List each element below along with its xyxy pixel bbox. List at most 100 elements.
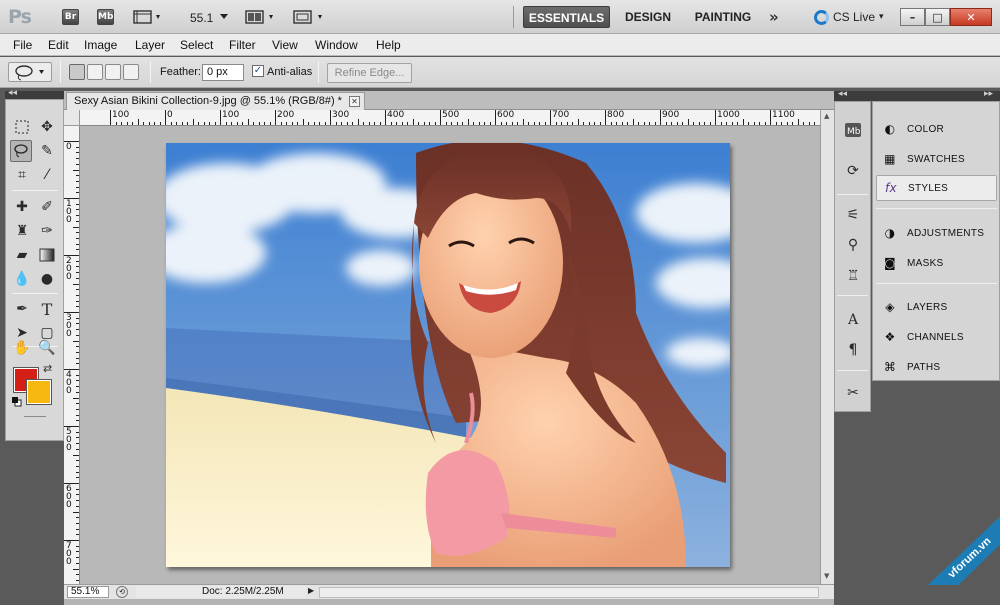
- blur-tool-icon[interactable]: 💧: [11, 268, 33, 290]
- tool-preset-picker[interactable]: [8, 62, 52, 82]
- zoom-tool-icon[interactable]: 🔍: [36, 337, 58, 359]
- status-menu-icon[interactable]: ▶: [308, 586, 314, 595]
- healing-brush-tool-icon[interactable]: ✚: [11, 196, 33, 218]
- swap-colors-icon[interactable]: ⇄: [43, 362, 52, 375]
- menu-view[interactable]: View: [272, 38, 298, 52]
- dock-divider: [837, 295, 868, 296]
- character-panel-icon[interactable]: A: [842, 309, 864, 331]
- close-tab-icon[interactable]: ✕: [348, 96, 360, 107]
- h-ruler-tick: [528, 122, 529, 125]
- window-controls: – □ ✕: [900, 8, 992, 26]
- h-ruler-tick: [781, 122, 782, 125]
- brush-presets-icon[interactable]: ⚟: [842, 204, 864, 226]
- mini-bridge-icon[interactable]: Mb: [842, 119, 864, 141]
- default-colors-icon[interactable]: [12, 397, 22, 407]
- type-tool-icon[interactable]: T: [36, 298, 58, 320]
- menu-layer[interactable]: Layer: [135, 38, 165, 52]
- h-ruler-tick: [192, 119, 194, 125]
- ruler-origin[interactable]: [64, 110, 80, 126]
- vertical-scrollbar[interactable]: ▲ ▼: [820, 110, 834, 584]
- new-selection-button[interactable]: [69, 64, 85, 80]
- cs-live-button[interactable]: CS Live ▾: [814, 8, 884, 26]
- v-ruler-label: 100: [66, 199, 72, 225]
- document-tab[interactable]: Sexy Asian Bikini Collection-9.jpg @ 55.…: [66, 92, 365, 110]
- brush-tool-icon[interactable]: ✐: [36, 196, 58, 218]
- menu-filter[interactable]: Filter: [229, 38, 256, 52]
- close-button[interactable]: ✕: [950, 8, 992, 26]
- more-workspaces-icon[interactable]: »: [769, 8, 779, 26]
- lasso-tool-icon[interactable]: [10, 140, 32, 162]
- cs-live-icon: [814, 9, 829, 25]
- feather-input[interactable]: 0 px: [202, 64, 244, 81]
- workspace-essentials-button[interactable]: ESSENTIALS: [523, 6, 610, 28]
- panel-dock-strip[interactable]: ◂◂ ▸▸: [834, 89, 1000, 101]
- menu-help[interactable]: Help: [376, 38, 401, 52]
- h-ruler-tick: [445, 122, 447, 125]
- menu-image[interactable]: Image: [84, 38, 117, 52]
- launch-bridge-button[interactable]: Br: [62, 9, 79, 25]
- panel-styles[interactable]: fx STYLES: [876, 175, 997, 201]
- clone-stamp-tool-icon[interactable]: ♜: [11, 220, 33, 242]
- options-bar: Feather: 0 px ✓ Anti-alias Refine Edge..…: [0, 57, 1000, 88]
- panel-swatches[interactable]: ▦ SWATCHES: [876, 146, 997, 172]
- zoom-level[interactable]: 55.1: [190, 11, 213, 25]
- pen-tool-icon[interactable]: ✒: [11, 298, 33, 320]
- background-color-swatch[interactable]: [26, 379, 52, 405]
- hand-tool-icon[interactable]: ✋: [11, 337, 33, 359]
- restore-button[interactable]: □: [925, 8, 950, 26]
- options-divider: [60, 61, 61, 83]
- toolbar-collapse-strip[interactable]: ◂◂: [5, 88, 64, 99]
- tool-presets-icon[interactable]: ⚲: [842, 234, 864, 256]
- zoom-dropdown-icon[interactable]: [220, 14, 228, 19]
- antialias-checkbox[interactable]: ✓: [252, 65, 264, 77]
- h-ruler-tick: [423, 122, 425, 125]
- intersect-selection-button[interactable]: [123, 64, 139, 80]
- tools-settings-icon[interactable]: ✂: [842, 382, 864, 404]
- paragraph-panel-icon[interactable]: ¶: [842, 339, 864, 361]
- h-ruler-tick: [495, 110, 496, 125]
- panel-masks[interactable]: ◙ MASKS: [876, 250, 997, 276]
- history-panel-icon[interactable]: ⟳: [842, 160, 864, 182]
- eyedropper-tool-icon[interactable]: ⁄: [36, 164, 58, 186]
- v-ruler-tick: [76, 494, 79, 496]
- menu-edit[interactable]: Edit: [48, 38, 69, 52]
- marquee-tool-icon[interactable]: [11, 116, 33, 138]
- quick-mask-button[interactable]: [24, 416, 46, 426]
- crop-tool-icon[interactable]: ⌗: [11, 164, 33, 186]
- panel-layers[interactable]: ◈ LAYERS: [876, 294, 997, 320]
- scroll-up-icon[interactable]: ▲: [824, 112, 829, 120]
- menu-window[interactable]: Window: [315, 38, 358, 52]
- move-tool-icon[interactable]: ✥: [36, 116, 58, 138]
- panel-paths[interactable]: ⌘ PATHS: [876, 354, 997, 380]
- scroll-down-icon[interactable]: ▼: [824, 572, 829, 580]
- gradient-tool-icon[interactable]: [36, 244, 58, 266]
- arrange-documents-icon[interactable]: [245, 9, 277, 25]
- menu-file[interactable]: File: [13, 38, 32, 52]
- screen-mode-icon[interactable]: [293, 9, 327, 25]
- launch-mini-bridge-button[interactable]: Mb: [97, 9, 114, 25]
- refine-edge-button[interactable]: Refine Edge...: [327, 63, 412, 83]
- add-to-selection-button[interactable]: [87, 64, 103, 80]
- eraser-tool-icon[interactable]: ▰: [11, 244, 33, 266]
- status-zoom-field[interactable]: 55.1%: [67, 586, 109, 598]
- horizontal-scrollbar[interactable]: [319, 587, 819, 598]
- v-ruler-tick: [76, 272, 79, 274]
- history-brush-tool-icon[interactable]: ✑: [36, 220, 58, 242]
- v-ruler-tick: [73, 226, 79, 228]
- panel-adjustments[interactable]: ◑ ADJUSTMENTS: [876, 220, 997, 246]
- menu-select[interactable]: Select: [180, 38, 213, 52]
- workspace-design-button[interactable]: DESIGN: [618, 6, 678, 28]
- dodge-tool-icon[interactable]: ●: [36, 268, 58, 290]
- v-ruler-tick: [76, 249, 79, 251]
- quick-selection-tool-icon[interactable]: ✎: [36, 140, 58, 162]
- clone-source-icon[interactable]: ♖: [842, 265, 864, 287]
- status-info-icon[interactable]: ⟲: [116, 586, 128, 598]
- workspace-painting-button[interactable]: PAINTING: [686, 6, 760, 28]
- h-ruler-tick: [462, 122, 463, 125]
- panel-channels[interactable]: ❖ CHANNELS: [876, 324, 997, 350]
- h-ruler-label: 400: [387, 110, 405, 120]
- subtract-from-selection-button[interactable]: [105, 64, 121, 80]
- minimize-button[interactable]: –: [900, 8, 925, 26]
- panel-color[interactable]: ◐ COLOR: [876, 116, 997, 142]
- view-extras-icon[interactable]: [133, 9, 163, 25]
